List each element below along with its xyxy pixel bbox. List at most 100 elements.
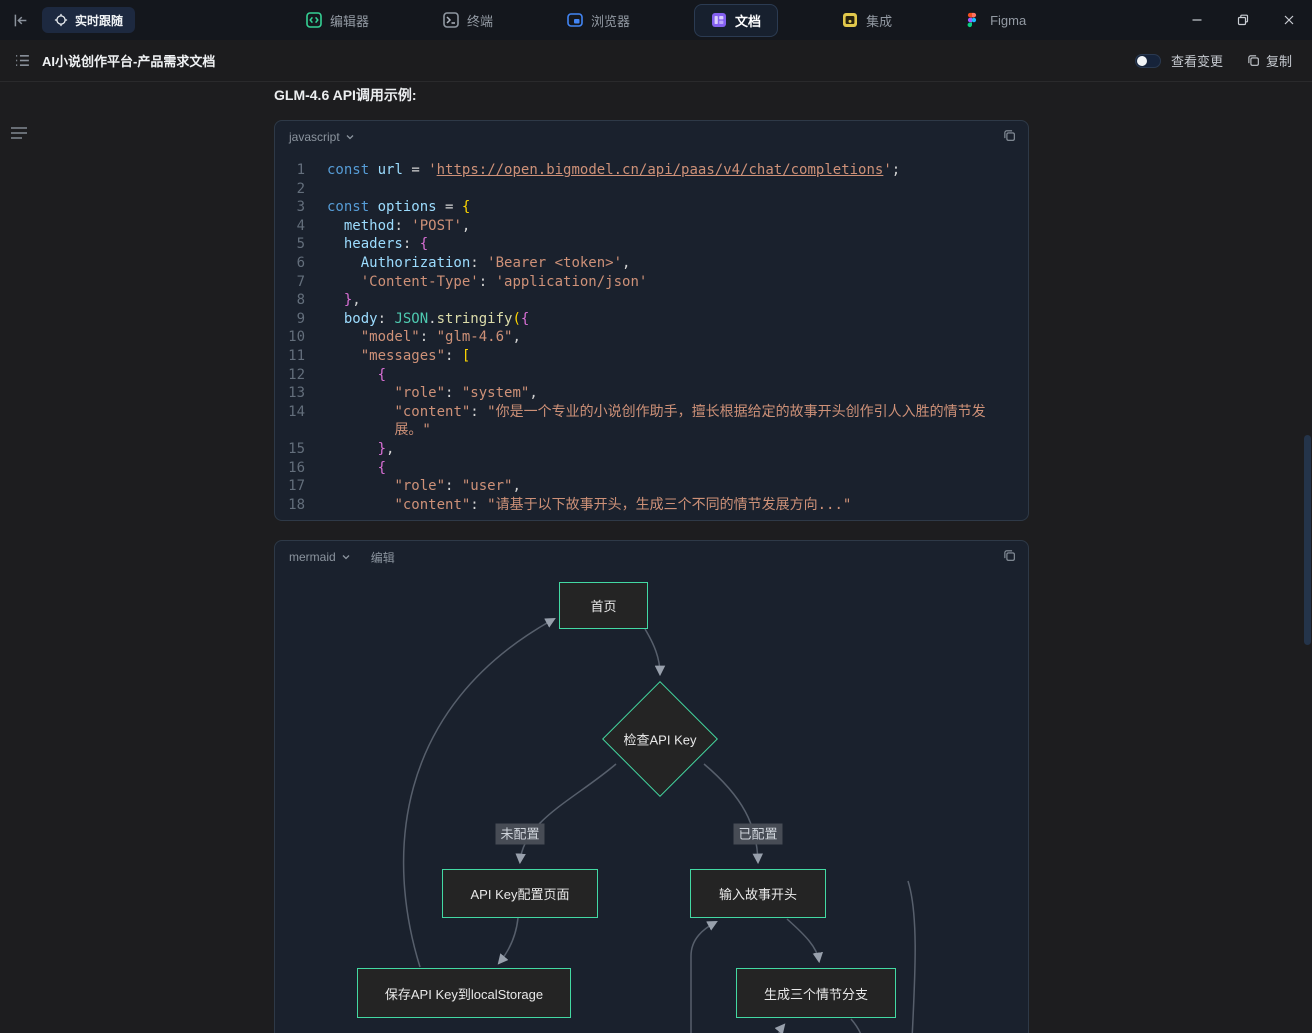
edge-input-to-branches bbox=[786, 918, 824, 964]
code-line: 3 const options = { bbox=[279, 198, 1014, 217]
code-line: 4 method: 'POST', bbox=[279, 217, 1014, 236]
integration-icon bbox=[842, 12, 858, 28]
tab-figma[interactable]: Figma bbox=[956, 6, 1036, 34]
terminal-icon bbox=[443, 12, 459, 28]
line-number: 6 bbox=[296, 254, 305, 271]
edge-check-to-input bbox=[703, 763, 764, 865]
copy-document-button[interactable]: 复制 bbox=[1247, 51, 1292, 70]
edit-diagram-button[interactable]: 编辑 bbox=[371, 549, 395, 566]
flowchart-node-label: 保存API Key到localStorage bbox=[384, 986, 544, 1002]
titlebar: 实时跟随 编辑器 终端 浏览器 文档 集成 Figma bbox=[0, 0, 1312, 40]
chevron-down-icon bbox=[342, 555, 350, 560]
mermaid-block: 首页检查API Key API Key配置页面 输入故事开头保存API Key到lo… bbox=[274, 540, 1029, 1033]
flowchart-node-label: 首页 bbox=[590, 599, 617, 614]
code-language-selector[interactable]: javascript bbox=[289, 130, 355, 144]
code-line: 15 }, bbox=[279, 440, 1014, 459]
code-line: 10 "model": "glm-4.6", bbox=[279, 328, 1014, 347]
flowchart-node-home: 首页 bbox=[559, 582, 648, 629]
code-line: 17 "role": "user", bbox=[279, 477, 1014, 496]
section-heading: GLM-4.6 API调用示例: bbox=[274, 87, 417, 103]
mermaid-language-label: mermaid bbox=[289, 550, 336, 564]
target-icon bbox=[54, 13, 68, 27]
line-number: 1 bbox=[296, 162, 305, 178]
code-line: 12 { bbox=[279, 366, 1014, 385]
edge-right-to-below bbox=[907, 880, 916, 1033]
copy-label: 复制 bbox=[1265, 54, 1292, 69]
code-language-label: javascript bbox=[289, 130, 340, 144]
document-icon bbox=[711, 12, 727, 28]
tab-browser[interactable]: 浏览器 bbox=[557, 5, 640, 36]
code-block: javascript 1 const url = 'https://open.bi… bbox=[274, 120, 1029, 521]
flowchart-diagram: 首页检查API Key API Key配置页面 输入故事开头保存API Key到lo… bbox=[275, 541, 1028, 1033]
line-number: 2 bbox=[296, 180, 305, 197]
code-icon bbox=[306, 12, 322, 28]
line-number: 12 bbox=[288, 366, 305, 383]
line-number: 18 bbox=[288, 496, 305, 513]
code-line: 1 const url = 'https://open.bigmodel.cn/a… bbox=[279, 161, 1014, 180]
live-follow-button[interactable]: 实时跟随 bbox=[42, 7, 136, 33]
code-line: 5 headers: { bbox=[279, 235, 1014, 254]
tab-docs[interactable]: 文档 bbox=[694, 3, 779, 37]
flowchart-node-save: 保存API Key到localStorage bbox=[357, 968, 571, 1018]
restore-icon[interactable] bbox=[1220, 0, 1266, 40]
view-changes-toggle[interactable] bbox=[1134, 53, 1161, 68]
mermaid-language-selector[interactable]: mermaid bbox=[289, 550, 351, 564]
chevron-down-icon bbox=[346, 135, 354, 140]
flowchart-node-input: 输入故事开头 bbox=[690, 869, 826, 918]
edge-branches-to-below bbox=[850, 1018, 862, 1033]
tab-label: Figma bbox=[990, 12, 1027, 28]
edge-check-to-config bbox=[515, 763, 617, 865]
line-number: 9 bbox=[296, 310, 305, 327]
flowchart-node-label: 输入故事开头 bbox=[718, 887, 797, 902]
line-number: 8 bbox=[296, 292, 305, 309]
code-line: 7 'Content-Type': 'application/json' bbox=[279, 273, 1014, 292]
code-line: 11 "messages": [ bbox=[279, 347, 1014, 366]
live-follow-label: 实时跟随 bbox=[75, 13, 124, 28]
minimize-icon[interactable] bbox=[1174, 0, 1220, 40]
close-icon[interactable] bbox=[1266, 0, 1312, 40]
collapse-panel-icon[interactable] bbox=[8, 8, 32, 32]
line-number: 16 bbox=[288, 459, 305, 476]
tab-label: 浏览器 bbox=[591, 13, 631, 29]
code-line: 展。" bbox=[394, 422, 431, 439]
line-number: 3 bbox=[296, 199, 305, 216]
code-line: 16 { bbox=[279, 459, 1014, 478]
edge-label: 已配置 bbox=[733, 823, 783, 845]
line-number: 5 bbox=[296, 236, 305, 253]
copy-code-icon[interactable] bbox=[1003, 129, 1016, 145]
flowchart-node-label: API Key配置页面 bbox=[470, 887, 570, 902]
mermaid-block-header: mermaid 编辑 bbox=[275, 541, 1028, 573]
line-number: 15 bbox=[288, 440, 305, 457]
line-number: 17 bbox=[288, 478, 305, 495]
document-toolbar: AI小说创作平台-产品需求文档 查看变更 复制 bbox=[0, 40, 1312, 82]
scrollbar-thumb[interactable] bbox=[1304, 435, 1311, 645]
edge-config-to-save bbox=[497, 917, 519, 965]
app-window: { "colors": { "accent_green": "#43d9a3",… bbox=[0, 0, 1312, 1033]
tab-label: 集成 bbox=[866, 13, 893, 29]
tab-editor[interactable]: 编辑器 bbox=[296, 5, 379, 36]
line-number: 7 bbox=[296, 273, 305, 290]
edge-label: 未配置 bbox=[495, 823, 545, 845]
code-editor[interactable]: 1 const url = 'https://open.bigmodel.cn/a… bbox=[275, 153, 1028, 520]
line-number: 11 bbox=[288, 347, 305, 364]
flowchart-node-label: 检查API Key bbox=[623, 732, 697, 748]
code-line: 6 Authorization: 'Bearer <token>', bbox=[279, 254, 1014, 273]
browser-icon bbox=[567, 12, 583, 28]
view-tabs: 编辑器 终端 浏览器 文档 集成 Figma bbox=[296, 0, 1036, 40]
tab-terminal[interactable]: 终端 bbox=[433, 5, 503, 36]
copy-diagram-icon[interactable] bbox=[1003, 549, 1016, 565]
flowchart-node-branches: 生成三个情节分支 bbox=[736, 968, 896, 1018]
code-line: 9 body: JSON.stringify({ bbox=[279, 310, 1014, 329]
line-number: 10 bbox=[288, 329, 305, 346]
outline-handle-icon[interactable] bbox=[10, 126, 28, 145]
line-number: 14 bbox=[288, 403, 305, 420]
edge-below-to-input bbox=[690, 921, 718, 1033]
code-block-header: javascript bbox=[275, 121, 1028, 153]
view-changes-label[interactable]: 查看变更 bbox=[1171, 51, 1223, 70]
tab-integrations[interactable]: 集成 bbox=[832, 5, 902, 36]
edge-home-to-check bbox=[644, 628, 666, 677]
tab-label: 文档 bbox=[735, 13, 762, 29]
flowchart-node-label: 生成三个情节分支 bbox=[763, 986, 868, 1002]
copy-icon bbox=[1247, 54, 1260, 67]
document-outline-icon[interactable] bbox=[10, 49, 34, 73]
